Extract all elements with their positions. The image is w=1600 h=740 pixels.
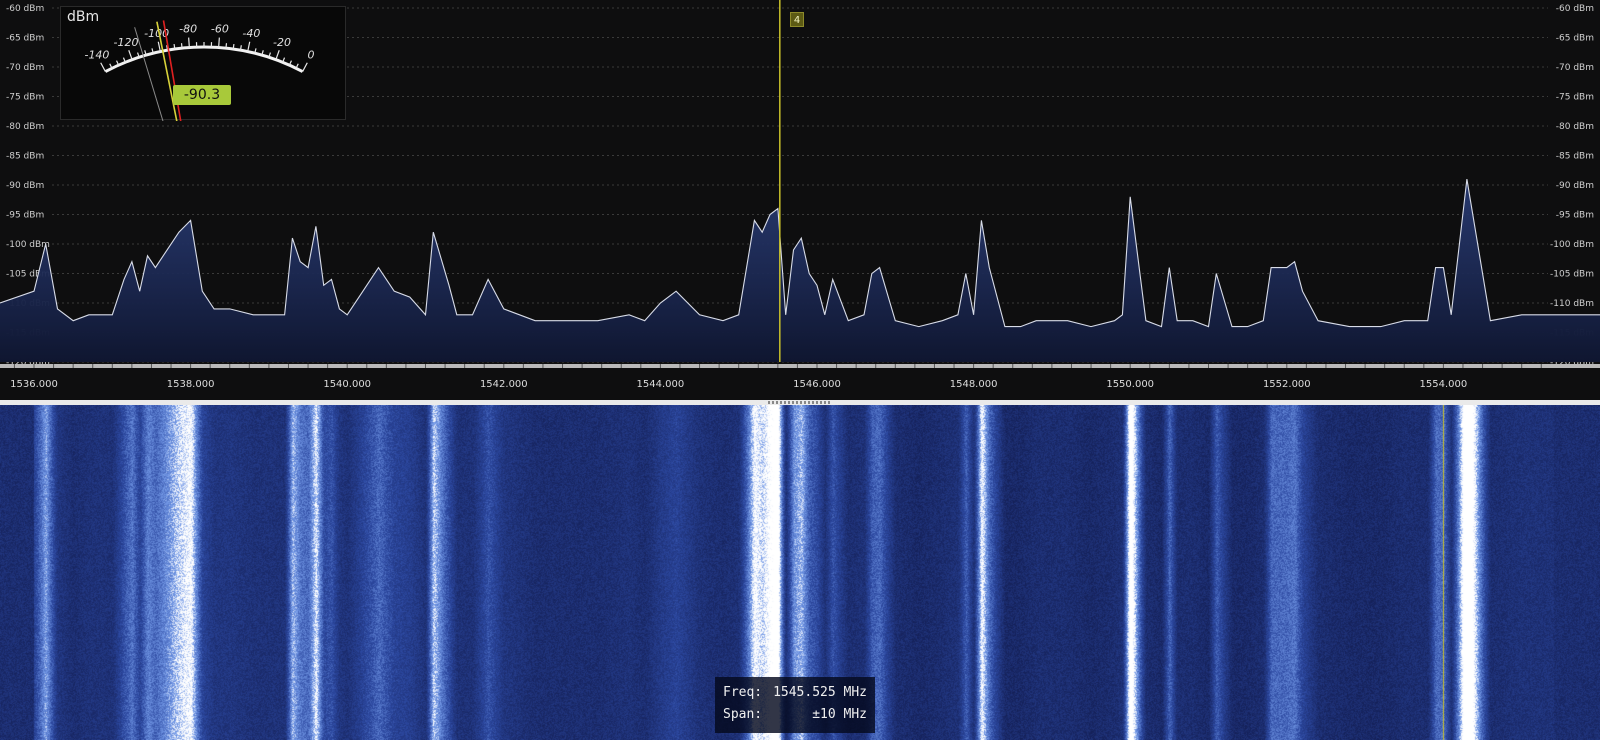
freq-label: 1546.000 [793, 379, 841, 390]
meter-tick [188, 37, 190, 48]
db-label-right: -95 dBm [1556, 211, 1594, 221]
db-label-right: -110 dBm [1550, 299, 1594, 309]
marker-tag[interactable]: 4 [790, 12, 804, 27]
span-value: ±10 MHz [812, 707, 867, 722]
meter-tick [128, 50, 133, 60]
db-label-right: -80 dBm [1556, 122, 1594, 132]
meter-tick [180, 43, 183, 49]
db-label-right: -65 dBm [1556, 34, 1594, 44]
db-label-left: -75 dBm [6, 93, 44, 103]
meter-unit-label: dBm [67, 9, 100, 25]
signal-meter: -140 -120 -100 -80 -60 -40 -20 0 dBm -90.3 [60, 6, 346, 121]
db-label-left: -65 dBm [6, 34, 44, 44]
freq-label: 1540.000 [323, 379, 371, 390]
freq-axis-bar [0, 364, 1600, 368]
meter-tick [239, 45, 242, 51]
freq-label: 1548.000 [950, 379, 998, 390]
freq-label: 1536.000 [10, 379, 58, 390]
db-label-right: -105 dBm [1550, 270, 1594, 280]
meter-value-badge: -90.3 [173, 85, 231, 105]
meter-tick [100, 62, 106, 72]
meter-scale-label: -120 [114, 36, 139, 49]
meter-tick [173, 44, 176, 50]
freq-label: 1544.000 [637, 379, 685, 390]
freq-label: 1542.000 [480, 379, 528, 390]
freq-label: 1554.000 [1420, 379, 1468, 390]
meter-scale-label: -60 [211, 23, 229, 36]
db-label-right: -90 dBm [1556, 181, 1594, 191]
freq-value: 1545.525 MHz [773, 685, 867, 700]
frequency-info-box: Freq: 1545.525 MHz Span: ±10 MHz [715, 677, 875, 733]
db-label-left: -95 dBm [6, 211, 44, 221]
span-label: Span: [723, 707, 763, 722]
db-label-right: -85 dBm [1556, 152, 1594, 162]
meter-tick [225, 43, 228, 49]
spectrum-fill [0, 179, 1600, 362]
meter-tick [302, 62, 308, 72]
meter-scale-label: -20 [273, 36, 291, 49]
db-label-left: -60 dBm [6, 4, 44, 14]
freq-label: Freq: [723, 685, 763, 700]
freq-label: 1550.000 [1106, 379, 1154, 390]
db-label-left: -85 dBm [6, 152, 44, 162]
freq-label: 1552.000 [1263, 379, 1311, 390]
meter-tick [232, 44, 235, 50]
meter-tick [247, 41, 251, 52]
meter-scale-label: -40 [242, 27, 260, 40]
db-label-right: -75 dBm [1556, 93, 1594, 103]
divider-grip[interactable] [768, 401, 830, 404]
meter-tick [218, 37, 220, 48]
db-label-right: -60 dBm [1556, 4, 1594, 14]
freq-label: 1538.000 [167, 379, 215, 390]
db-label-left: -70 dBm [6, 63, 44, 73]
meter-arc [104, 45, 304, 73]
meter-tick [275, 50, 280, 60]
db-label-left: -90 dBm [6, 181, 44, 191]
meter-scale-label: -140 [84, 49, 109, 62]
spectrum-panel[interactable]: -60 dBm -60 dBm -65 dBm -65 dBm -70 dBm -70 d… [0, 0, 1600, 405]
db-label-left: -80 dBm [6, 122, 44, 132]
meter-scale-label: 0 [308, 49, 315, 62]
db-label-left: -100 dBm [6, 240, 50, 250]
db-label-right: -70 dBm [1556, 63, 1594, 73]
db-label-right: -100 dBm [1550, 240, 1594, 250]
meter-scale-label: -80 [179, 23, 197, 36]
meter-tick [157, 41, 161, 52]
